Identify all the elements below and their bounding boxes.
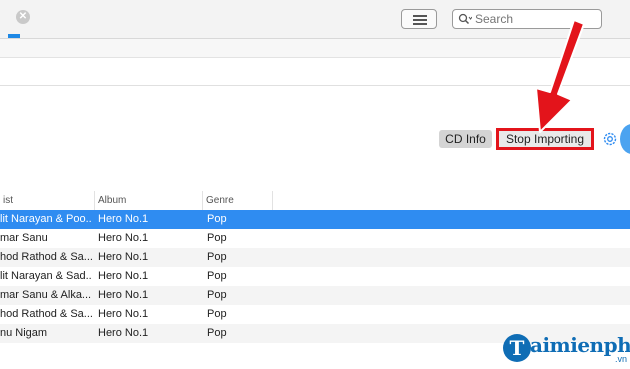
album-cell: Hero No.1 [98, 232, 149, 244]
artist-cell: mar Sanu [0, 232, 48, 244]
genre-cell: Pop [207, 289, 227, 301]
artist-cell: nu Nigam [0, 327, 48, 339]
genre-cell: Pop [207, 327, 227, 339]
logo-icon: T [503, 334, 531, 362]
cd-info-button[interactable]: CD Info [439, 130, 492, 148]
edge-button[interactable] [620, 124, 630, 154]
genre-cell: Pop [207, 308, 227, 320]
search-icon [458, 13, 472, 25]
list-icon-line [413, 15, 427, 17]
album-cell: Hero No.1 [98, 308, 149, 320]
table-row[interactable]: mar Sanu & Alka... Hero No.1 Pop [0, 286, 630, 305]
genre-cell: Pop [207, 251, 227, 263]
annotation-arrow [535, 20, 585, 133]
album-cell: Hero No.1 [98, 270, 149, 282]
artist-cell: lit Narayan & Poo... [0, 213, 92, 225]
table-row[interactable]: mar Sanu Hero No.1 Pop [0, 229, 630, 248]
list-icon-line [413, 19, 427, 21]
album-cell: Hero No.1 [98, 289, 149, 301]
table-row[interactable]: hod Rathod & Sa... Hero No.1 Pop [0, 248, 630, 267]
column-header-album[interactable]: Album [95, 191, 203, 210]
close-icon[interactable]: ✕ [16, 10, 30, 24]
table-row[interactable]: hod Rathod & Sa... Hero No.1 Pop [0, 305, 630, 324]
table-row[interactable]: lit Narayan & Poo... Hero No.1 Pop [0, 210, 630, 229]
artist-cell: mar Sanu & Alka... [0, 289, 92, 301]
table-row[interactable]: lit Narayan & Sad... Hero No.1 Pop [0, 267, 630, 286]
column-header-genre[interactable]: Genre [203, 191, 273, 210]
album-cell: Hero No.1 [98, 327, 149, 339]
album-cell: Hero No.1 [98, 251, 149, 263]
list-icon-line [413, 23, 427, 25]
list-view-button[interactable] [401, 9, 437, 29]
album-cell: Hero No.1 [98, 213, 149, 225]
artist-cell: lit Narayan & Sad... [0, 270, 92, 282]
column-header-artist[interactable]: ist [0, 191, 95, 210]
artist-cell: hod Rathod & Sa... [0, 251, 92, 263]
genre-cell: Pop [207, 232, 227, 244]
artist-cell: hod Rathod & Sa... [0, 308, 92, 320]
genre-cell: Pop [207, 213, 227, 225]
track-list: lit Narayan & Poo... Hero No.1 Pop mar S… [0, 210, 630, 343]
progress-indicator [8, 34, 20, 38]
table-header: ist Album Genre [0, 191, 630, 211]
logo-suffix: .vn [615, 354, 628, 364]
genre-cell: Pop [207, 270, 227, 282]
